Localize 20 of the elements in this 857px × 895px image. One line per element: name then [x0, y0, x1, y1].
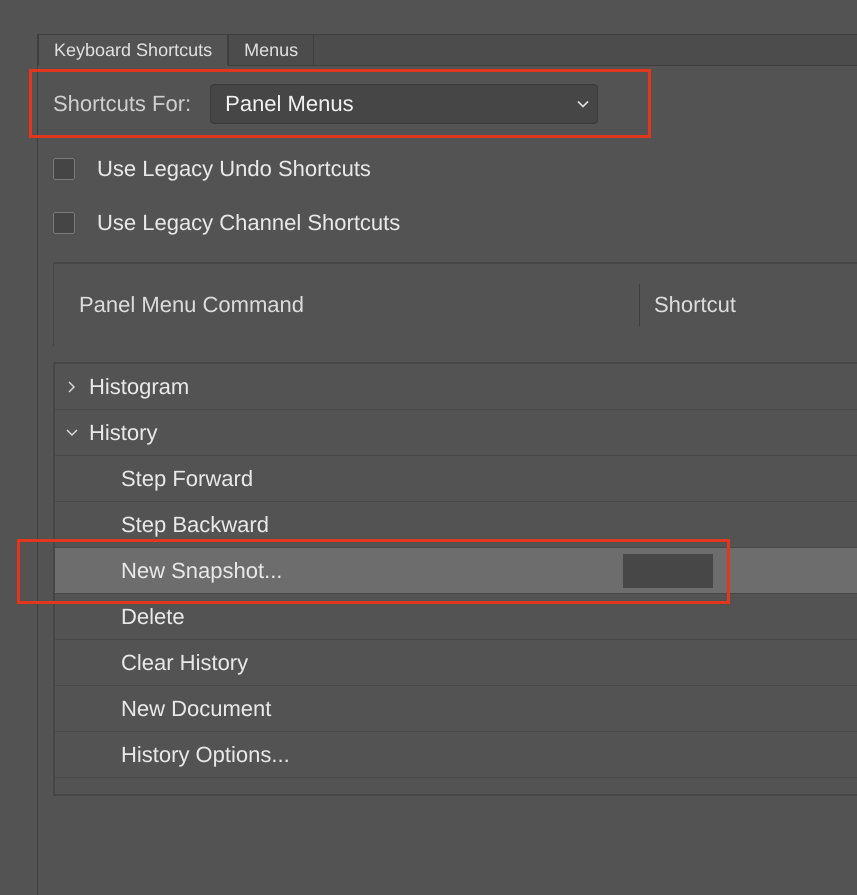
tree-row[interactable]: New Document: [55, 686, 857, 732]
tab[interactable]: Keyboard Shortcuts: [38, 34, 228, 66]
shortcut-field[interactable]: [623, 554, 713, 588]
tree-row[interactable]: Step Forward: [55, 456, 857, 502]
tree-row[interactable]: History Options...: [55, 732, 857, 778]
tree-row[interactable]: Histogram: [55, 364, 857, 410]
checkbox[interactable]: [53, 158, 75, 180]
shortcuts-for-label: Shortcuts For:: [53, 91, 192, 117]
tree-row[interactable]: History: [55, 410, 857, 456]
tab[interactable]: Menus: [228, 34, 314, 66]
shortcuts-for-dropdown[interactable]: Panel Menus: [210, 84, 598, 124]
chevron-down-icon: [577, 100, 590, 108]
column-header: Panel Menu Command: [79, 292, 306, 318]
tree-row[interactable]: Delete: [55, 594, 857, 640]
checkbox[interactable]: [53, 212, 75, 234]
column-header: Shortcut: [654, 292, 736, 318]
tree-row[interactable]: Clear History: [55, 640, 857, 686]
checkbox-label: Use Legacy Undo Shortcuts: [97, 156, 371, 182]
checkbox-label: Use Legacy Channel Shortcuts: [97, 210, 400, 236]
tree-row[interactable]: New Snapshot...: [55, 548, 857, 594]
